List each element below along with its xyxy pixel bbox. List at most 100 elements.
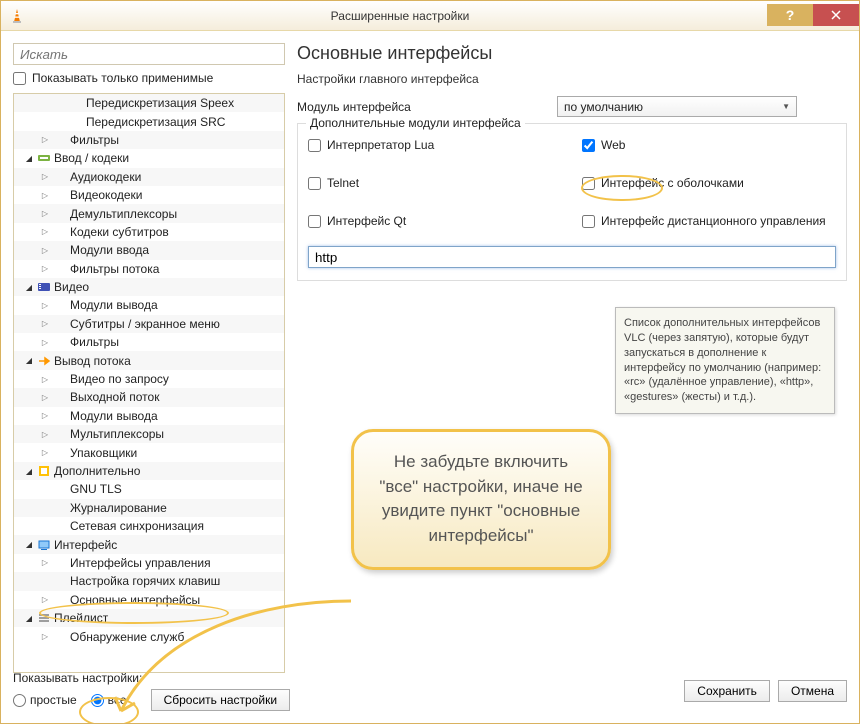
triangle-right-icon[interactable]: ▷	[38, 227, 52, 236]
tree-item-label: GNU TLS	[70, 482, 122, 496]
cancel-button[interactable]: Отмена	[778, 680, 847, 702]
close-button[interactable]	[813, 4, 859, 26]
tree-item-label: Обнаружение служб	[70, 630, 184, 644]
tree-row[interactable]: ▷Модули вывода	[14, 296, 284, 314]
checkbox-skins[interactable]: Интерфейс с оболочками	[582, 176, 836, 190]
radio-all[interactable]: все	[91, 693, 127, 707]
tree-item-label: Аудиокодеки	[70, 170, 141, 184]
search-input[interactable]	[13, 43, 285, 65]
footer: Показывать настройки: простые все Сброси…	[13, 671, 847, 711]
triangle-right-icon[interactable]: ▷	[38, 558, 52, 567]
tree-row[interactable]: ▷Упаковщики	[14, 443, 284, 461]
reset-button[interactable]: Сбросить настройки	[151, 689, 290, 711]
tree-row[interactable]: Сетевая синхронизация	[14, 517, 284, 535]
tree-item-label: Сетевая синхронизация	[70, 519, 204, 533]
tree-row[interactable]: ◢Дополнительно	[14, 462, 284, 480]
tree-row[interactable]: ▷Мультиплексоры	[14, 425, 284, 443]
triangle-down-icon[interactable]: ◢	[22, 154, 36, 163]
tree-row[interactable]: ▷ Фильтры	[14, 333, 284, 351]
checkbox-lua[interactable]: Интерпретатор Lua	[308, 138, 562, 152]
module-dropdown-value: по умолчанию	[564, 100, 643, 114]
triangle-right-icon[interactable]: ▷	[38, 393, 52, 402]
triangle-right-icon[interactable]: ▷	[38, 338, 52, 347]
show-applicable-checkbox[interactable]: Показывать только применимые	[13, 71, 285, 85]
triangle-down-icon[interactable]: ◢	[22, 283, 36, 292]
tree-item-label: Видео	[54, 280, 89, 294]
video-icon	[36, 280, 52, 294]
tree-item-label: Передискретизация Speex	[86, 96, 234, 110]
tree-row[interactable]: ◢ Видео	[14, 278, 284, 296]
triangle-right-icon[interactable]: ▷	[38, 595, 52, 604]
tree-row[interactable]: ▷ Фильтры	[14, 131, 284, 149]
show-applicable-cb[interactable]	[13, 72, 26, 85]
playlist-icon	[36, 611, 52, 625]
tree-row[interactable]: ▷ Модули ввода	[14, 241, 284, 259]
tree-row[interactable]: ◢Плейлист	[14, 609, 284, 627]
triangle-right-icon[interactable]: ▷	[38, 375, 52, 384]
right-panel: Основные интерфейсы Настройки главного и…	[297, 43, 847, 673]
tree-row[interactable]: ◢Вывод потока	[14, 351, 284, 369]
triangle-right-icon[interactable]: ▷	[38, 301, 52, 310]
tree-row[interactable]: Передискретизация SRC	[14, 112, 284, 130]
tree-item-label: Субтитры / экранное меню	[70, 317, 220, 331]
tree-item-label: Фильтры	[70, 133, 119, 147]
tree-item-label: Передискретизация SRC	[86, 115, 225, 129]
tree-row[interactable]: ▷ Субтитры / экранное меню	[14, 315, 284, 333]
help-button[interactable]: ?	[767, 4, 813, 26]
tree-row[interactable]: ▷Видео по запросу	[14, 370, 284, 388]
module-dropdown[interactable]: по умолчанию ▼	[557, 96, 797, 117]
tree-row[interactable]: ▷Выходной поток	[14, 388, 284, 406]
tree-row[interactable]: ▷Кодеки субтитров	[14, 223, 284, 241]
triangle-down-icon[interactable]: ◢	[22, 614, 36, 623]
io-icon	[36, 151, 52, 165]
tree-row[interactable]: Настройка горячих клавиш	[14, 572, 284, 590]
tree-item-label: Основные интерфейсы	[70, 593, 200, 607]
tree-row[interactable]: ◢ Интерфейс	[14, 535, 284, 553]
triangle-right-icon[interactable]: ▷	[38, 319, 52, 328]
triangle-down-icon[interactable]: ◢	[22, 467, 36, 476]
tree-row[interactable]: Передискретизация Speex	[14, 94, 284, 112]
tree-item-label: Фильтры	[70, 335, 119, 349]
checkbox-qt[interactable]: Интерфейс Qt	[308, 214, 562, 228]
tree-row[interactable]: ◢Ввод / кодеки	[14, 149, 284, 167]
settings-tree[interactable]: Передискретизация Speex Передискретизация…	[13, 93, 285, 673]
extra-interfaces-group: Дополнительные модули интерфейса Интерпр…	[297, 123, 847, 281]
extra-interfaces-input[interactable]	[308, 246, 836, 268]
tree-row[interactable]: ▷Модули вывода	[14, 407, 284, 425]
radio-simple[interactable]: простые	[13, 693, 77, 707]
triangle-right-icon[interactable]: ▷	[38, 246, 52, 255]
iface-icon	[36, 538, 52, 552]
tree-row[interactable]: ▷Демультиплексоры	[14, 204, 284, 222]
tree-row[interactable]: GNU TLS	[14, 480, 284, 498]
triangle-right-icon[interactable]: ▷	[38, 191, 52, 200]
tree-row[interactable]: ▷ Основные интерфейсы	[14, 591, 284, 609]
triangle-right-icon[interactable]: ▷	[38, 264, 52, 273]
tree-row[interactable]: ▷ Обнаружение служб	[14, 627, 284, 645]
annotation-callout: Не забудьте включить "все" настройки, ин…	[351, 429, 611, 570]
triangle-right-icon[interactable]: ▷	[38, 209, 52, 218]
tree-item-label: Журналирование	[70, 501, 167, 515]
triangle-right-icon[interactable]: ▷	[38, 430, 52, 439]
triangle-right-icon[interactable]: ▷	[38, 411, 52, 420]
checkbox-web[interactable]: Web	[582, 138, 836, 152]
tree-item-label: Интерфейс	[54, 538, 117, 552]
triangle-right-icon[interactable]: ▷	[38, 632, 52, 641]
left-panel: Показывать только применимые Передискрет…	[13, 43, 285, 673]
module-label: Модуль интерфейса	[297, 100, 557, 114]
triangle-right-icon[interactable]: ▷	[38, 448, 52, 457]
chevron-down-icon: ▼	[782, 102, 790, 111]
tree-row[interactable]: ▷Фильтры потока	[14, 260, 284, 278]
show-settings-label: Показывать настройки:	[13, 671, 290, 685]
save-button[interactable]: Сохранить	[684, 680, 770, 702]
tree-row[interactable]: Журналирование	[14, 499, 284, 517]
tree-row[interactable]: ▷Видеокодеки	[14, 186, 284, 204]
triangle-right-icon[interactable]: ▷	[38, 135, 52, 144]
triangle-down-icon[interactable]: ◢	[22, 540, 36, 549]
triangle-right-icon[interactable]: ▷	[38, 172, 52, 181]
triangle-down-icon[interactable]: ◢	[22, 356, 36, 365]
checkbox-remote[interactable]: Интерфейс дистанционного управления	[582, 214, 836, 228]
tree-row[interactable]: ▷Интерфейсы управления	[14, 554, 284, 572]
tree-row[interactable]: ▷ Аудиокодеки	[14, 168, 284, 186]
tree-item-label: Модули ввода	[70, 243, 149, 257]
checkbox-telnet[interactable]: Telnet	[308, 176, 562, 190]
